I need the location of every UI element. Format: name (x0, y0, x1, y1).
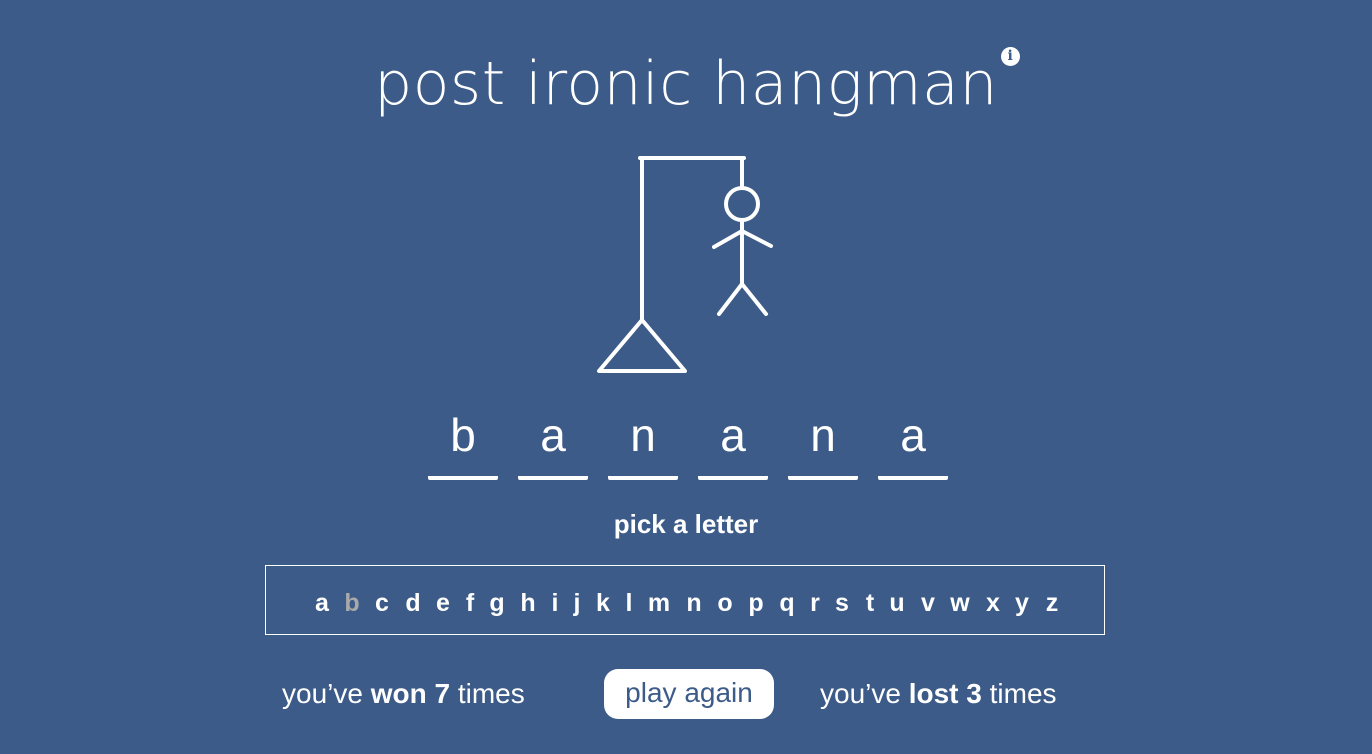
win-counter: you’ve won 7 times (282, 676, 525, 712)
win-count: won 7 (370, 678, 451, 709)
letter-key-m[interactable]: m (648, 588, 670, 618)
letter-key-o[interactable]: o (717, 588, 732, 618)
letter-slot: n (608, 408, 678, 480)
letter-key-n[interactable]: n (686, 588, 701, 618)
letter-key-z[interactable]: z (1046, 588, 1059, 618)
loss-counter: you’ve lost 3 times (820, 676, 1057, 712)
letter-key-q[interactable]: q (779, 588, 794, 618)
letter-key-g[interactable]: g (489, 588, 504, 618)
gallows-base (597, 318, 687, 373)
letter-key-d[interactable]: d (405, 588, 420, 618)
pick-letter-prompt: pick a letter (613, 509, 759, 539)
letter-key-u[interactable]: u (889, 588, 904, 618)
page-title-row: post ironic hangman i (0, 44, 1372, 124)
hangman-left-arm (712, 229, 744, 249)
letter-key-y[interactable]: y (1015, 588, 1029, 618)
letter-slot: n (788, 408, 858, 480)
letter-key-s[interactable]: s (835, 588, 849, 618)
hangman-head (724, 186, 760, 222)
letter-key-w[interactable]: w (950, 588, 969, 618)
page-title: post ironic hangman (374, 49, 998, 119)
letter-key-k[interactable]: k (596, 588, 610, 618)
loss-count: lost 3 (908, 678, 982, 709)
letter-key-l[interactable]: l (626, 588, 633, 618)
letter-key-x[interactable]: x (986, 588, 1000, 618)
letter-slot: a (518, 408, 588, 480)
letter-slot: b (428, 408, 498, 480)
letter-key-f[interactable]: f (466, 588, 474, 618)
letter-slot: a (698, 408, 768, 480)
hangman-drawing (597, 156, 773, 373)
info-icon[interactable]: i (1000, 47, 1020, 66)
letter-key-r[interactable]: r (810, 588, 820, 618)
letter-key-a[interactable]: a (315, 588, 329, 618)
letter-key-e[interactable]: e (436, 588, 450, 618)
loss-suffix: times (981, 678, 1057, 709)
win-prefix: you’ve (282, 678, 371, 709)
letter-slot: a (878, 408, 948, 480)
title-wrap: post ironic hangman i (374, 44, 1020, 124)
loss-prefix: you’ve (820, 678, 909, 709)
letter-key-b: b (344, 589, 360, 617)
letter-key-p[interactable]: p (748, 588, 763, 618)
play-again-button[interactable]: play again (604, 669, 774, 719)
letter-key-c[interactable]: c (375, 588, 389, 618)
letter-key-j[interactable]: j (574, 588, 581, 618)
word-display: b a n a n a (424, 408, 952, 480)
letter-picker: a b c d e f g h i j k l m n o p q r s t … (265, 565, 1105, 635)
letter-key-t[interactable]: t (866, 588, 874, 618)
hangman-left-leg (717, 282, 744, 316)
letter-key-v[interactable]: v (921, 588, 935, 618)
letter-key-h[interactable]: h (520, 588, 535, 618)
hangman-right-leg (740, 282, 768, 316)
win-suffix: times (450, 678, 525, 709)
hangman-right-arm (740, 229, 773, 248)
letter-key-i[interactable]: i (552, 588, 559, 618)
